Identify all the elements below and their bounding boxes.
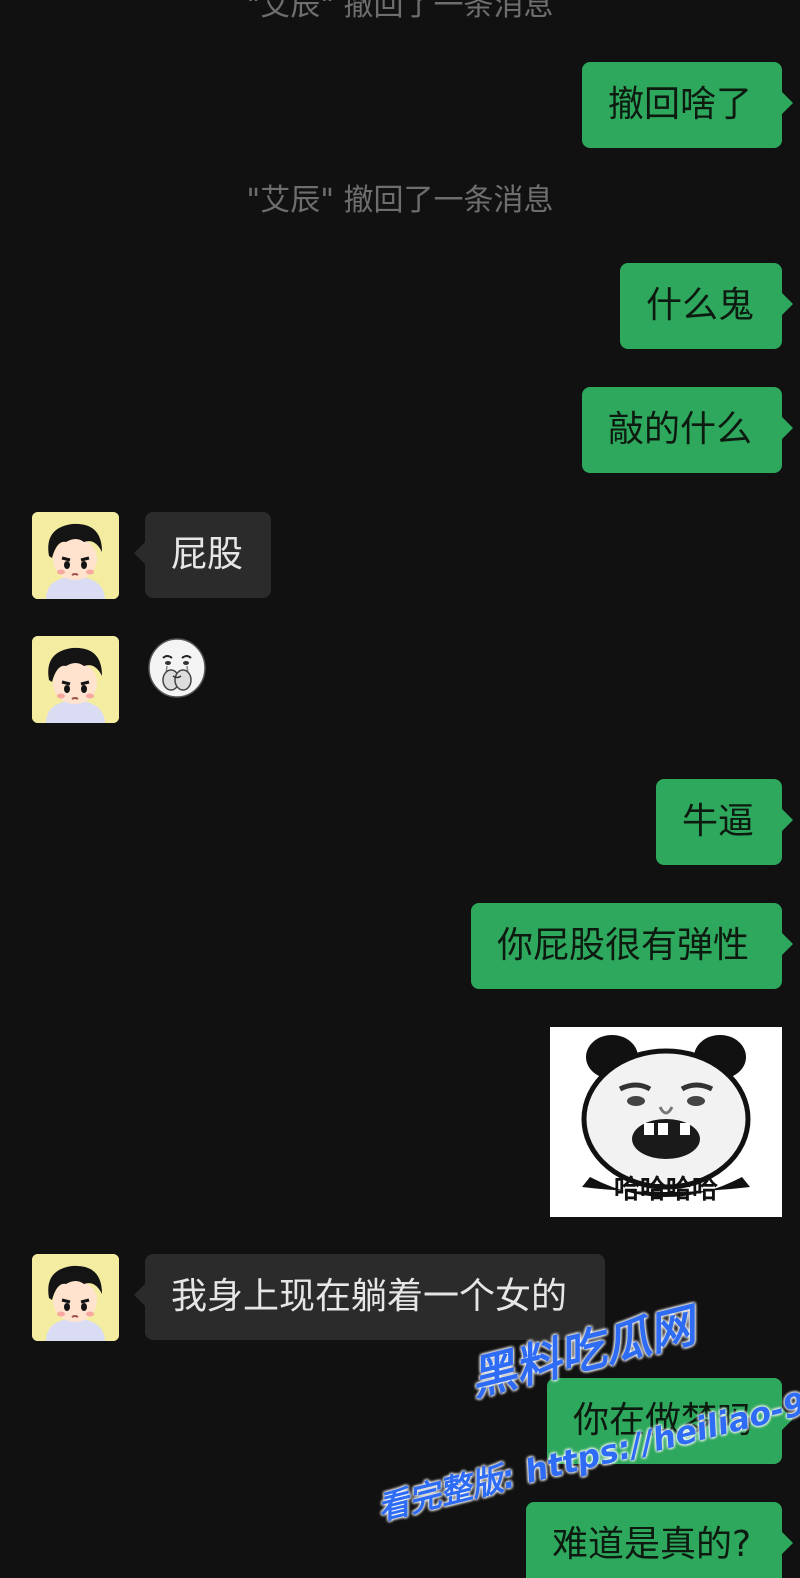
system-message-recalled: "艾辰" 撤回了一条消息 — [246, 0, 554, 23]
message-bubble-outgoing[interactable]: 难道是真的? — [526, 1502, 793, 1578]
message-bubble-incoming[interactable]: 屁股 — [134, 512, 271, 598]
chat-window: "艾辰" 撤回了一条消息 撤回啥了 "艾辰" 撤回了一条消息 什么鬼 敲的什么 … — [0, 0, 800, 1578]
crying-face-sticker[interactable] — [145, 636, 209, 700]
message-bubble-outgoing[interactable]: 你屁股很有弹性 — [471, 903, 793, 989]
contact-avatar[interactable] — [32, 636, 119, 723]
contact-avatar[interactable] — [32, 512, 119, 599]
message-bubble-outgoing[interactable]: 什么鬼 — [620, 263, 793, 349]
sticker-caption: 哈哈哈哈 — [613, 1175, 718, 1205]
panda-laughing-sticker[interactable]: 哈哈哈哈 — [550, 1027, 782, 1217]
contact-avatar[interactable] — [32, 1254, 119, 1341]
system-message-recalled: "艾辰" 撤回了一条消息 — [246, 183, 554, 218]
message-bubble-outgoing[interactable]: 敲的什么 — [582, 387, 793, 473]
message-bubble-outgoing[interactable]: 牛逼 — [656, 779, 793, 865]
message-bubble-outgoing[interactable]: 撤回啥了 — [582, 62, 793, 148]
